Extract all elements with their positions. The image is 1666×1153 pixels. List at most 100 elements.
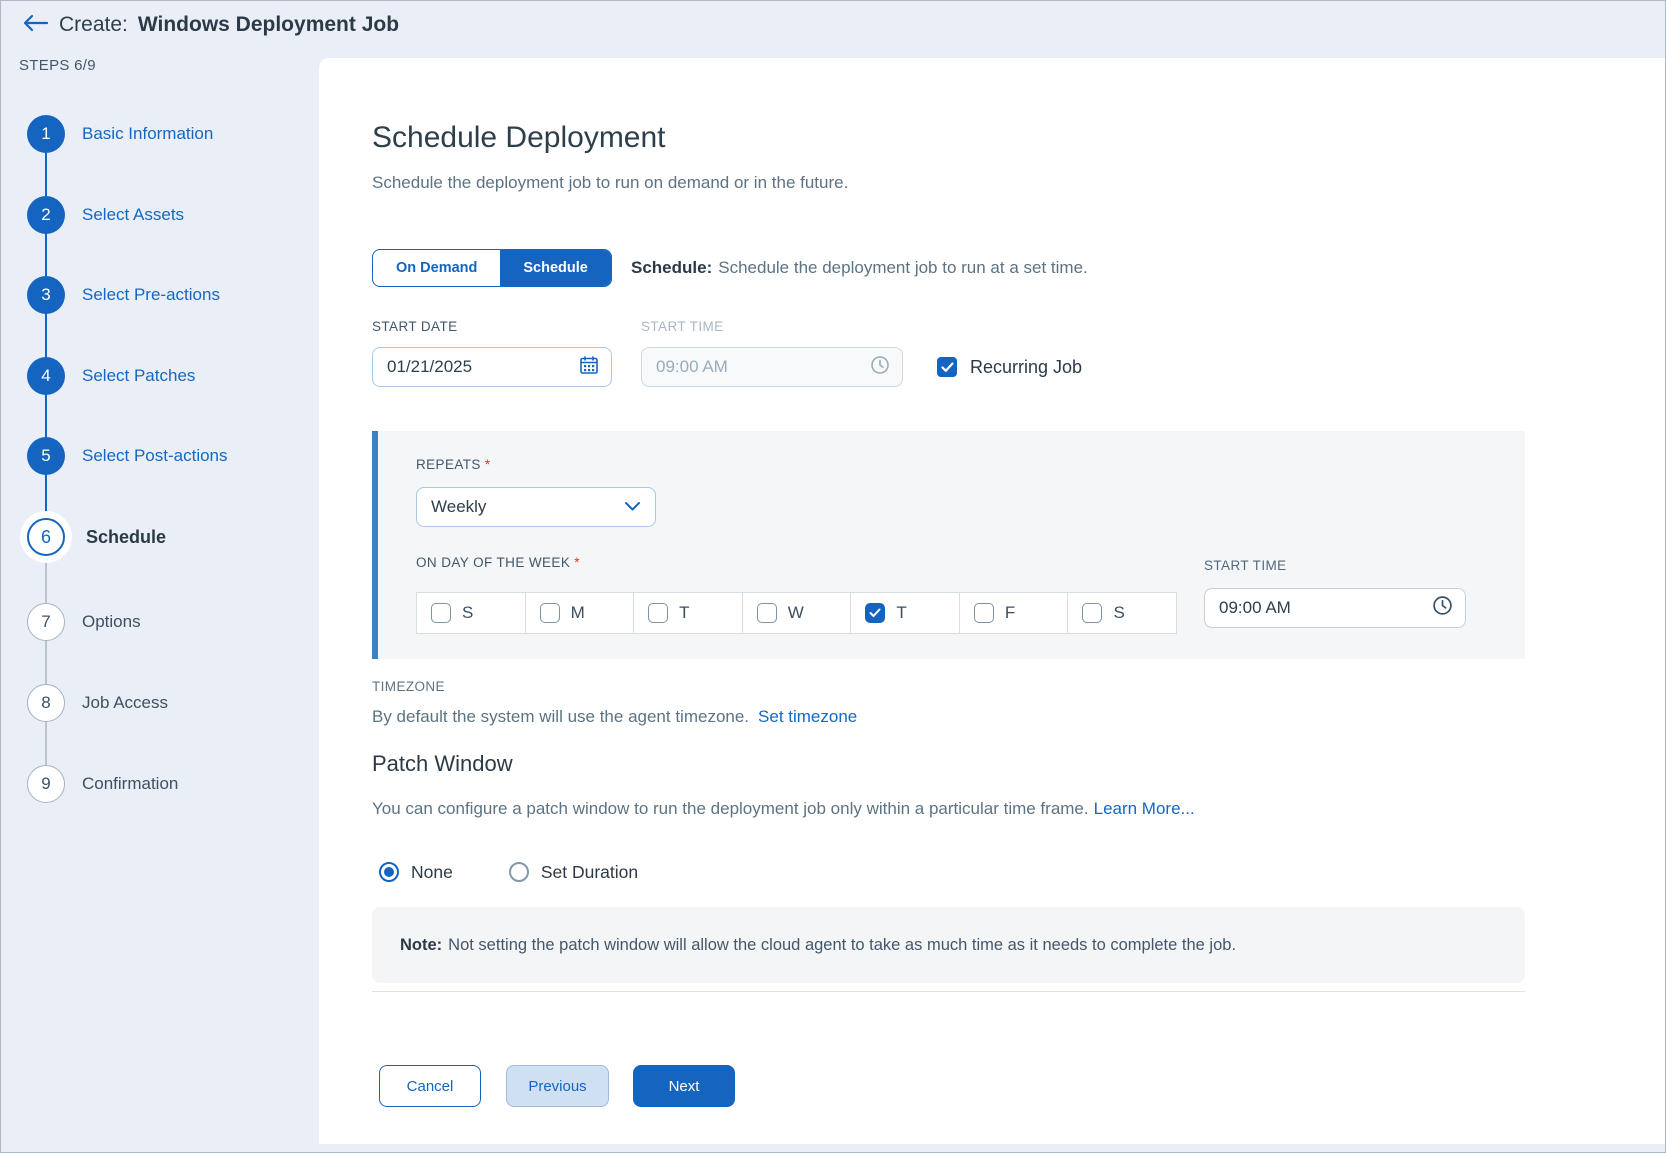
footer-divider [372,991,1525,992]
page-title: Schedule Deployment [372,121,666,155]
day-of-week-row: S M T W T F S [416,592,1177,634]
repeats-label: REPEATS* [416,457,490,472]
schedule-mode-description-label: Schedule: [631,258,712,277]
step-label: Options [82,612,141,632]
step-label: Job Access [82,693,168,713]
next-button[interactable]: Next [633,1065,735,1107]
step-number-badge: 3 [27,276,65,314]
step-label: Select Pre-actions [82,285,220,305]
checkbox-checked-icon [865,603,885,623]
schedule-toggle-button[interactable]: Schedule [500,250,610,286]
patch-window-set-duration-option[interactable]: Set Duration [509,862,638,883]
sidebar-step-confirmation[interactable]: 9 Confirmation [21,759,313,809]
checkbox-icon [974,603,994,623]
step-label: Select Patches [82,366,195,386]
chevron-down-icon [624,497,641,517]
step-label: Basic Information [82,124,213,144]
patch-window-none-option[interactable]: None [379,862,453,883]
day-checkbox-friday[interactable]: F [960,593,1069,633]
recurring-start-time-input[interactable]: 09:00 AM [1204,588,1466,628]
patch-window-description: You can configure a patch window to run … [372,799,1195,819]
sidebar-step-options[interactable]: 7 Options [21,597,313,647]
recurring-job-label: Recurring Job [970,357,1082,378]
cancel-button[interactable]: Cancel [379,1065,481,1107]
schedule-mode-description: Schedule: Schedule the deployment job to … [631,258,1088,278]
step-number-badge: 1 [27,115,65,153]
start-time-label: START TIME [641,319,724,334]
day-checkbox-tuesday[interactable]: T [634,593,743,633]
day-letter: W [788,603,804,623]
recurring-job-checkbox[interactable] [937,357,957,377]
step-number-badge: 5 [27,437,65,475]
window-title-text: Windows Deployment Job [138,13,399,37]
on-demand-toggle-button[interactable]: On Demand [373,250,500,286]
window-title: Create: Windows Deployment Job [59,1,399,49]
day-checkbox-thursday[interactable]: T [851,593,960,633]
schedule-mode-toggle: On Demand Schedule [372,249,612,287]
note-text: Not setting the patch window will allow … [448,936,1236,955]
start-date-input[interactable]: 01/21/2025 [372,347,612,387]
radio-unselected-icon [509,862,529,882]
repeats-select[interactable]: Weekly [416,487,656,527]
clock-icon [1432,595,1453,621]
header: Create: Windows Deployment Job [1,1,1665,49]
recurring-start-time-value: 09:00 AM [1219,598,1291,618]
start-time-value: 09:00 AM [656,357,728,377]
page-subtitle: Schedule the deployment job to run on de… [372,173,848,193]
radio-label: None [411,862,453,883]
day-checkbox-monday[interactable]: M [526,593,635,633]
day-checkbox-wednesday[interactable]: W [743,593,852,633]
start-time-input-disabled: 09:00 AM [641,347,903,387]
recurring-start-time-label: START TIME [1204,558,1287,573]
day-letter: S [1113,603,1124,623]
required-marker: * [574,555,580,570]
repeats-selected-value: Weekly [431,497,486,517]
step-number-badge: 2 [27,196,65,234]
step-label: Select Assets [82,205,184,225]
steps-progress-label: STEPS 6/9 [19,57,96,74]
day-checkbox-saturday[interactable]: S [1068,593,1176,633]
checkbox-icon [540,603,560,623]
timezone-text: By default the system will use the agent… [372,707,857,727]
checkbox-icon [648,603,668,623]
radio-selected-icon [379,862,399,882]
note-label: Note: [400,936,442,955]
step-number-badge: 6 [27,518,65,556]
step-number-badge: 4 [27,357,65,395]
day-letter: T [896,603,906,623]
sidebar-step-schedule[interactable]: 6 Schedule [21,512,313,562]
clock-icon [870,355,890,380]
step-label: Select Post-actions [82,446,228,466]
sidebar-step-select-assets[interactable]: 2 Select Assets [21,190,313,240]
sidebar-step-job-access[interactable]: 8 Job Access [21,678,313,728]
sidebar-step-basic-information[interactable]: 1 Basic Information [21,109,313,159]
day-letter: S [462,603,473,623]
set-timezone-link[interactable]: Set timezone [758,707,857,726]
step-label: Confirmation [82,774,178,794]
patch-window-options: None Set Duration [379,857,638,887]
patch-window-title: Patch Window [372,751,513,777]
checkbox-icon [757,603,777,623]
recurring-job-option[interactable]: Recurring Job [937,347,1082,387]
sidebar-step-select-patches[interactable]: 4 Select Patches [21,351,313,401]
day-checkbox-sunday[interactable]: S [417,593,526,633]
back-arrow-icon [21,13,49,38]
step-connector-todo [45,537,47,784]
sidebar-step-select-pre-actions[interactable]: 3 Select Pre-actions [21,270,313,320]
timezone-label: TIMEZONE [372,679,445,694]
radio-label: Set Duration [541,862,638,883]
start-date-value: 01/21/2025 [387,357,472,377]
window-title-prefix: Create: [59,13,128,37]
schedule-mode-description-text: Schedule the deployment job to run at a … [718,258,1088,277]
learn-more-link[interactable]: Learn More... [1094,799,1195,818]
create-deployment-job-window: Create: Windows Deployment Job STEPS 6/9… [0,0,1666,1153]
day-of-week-label: ON DAY OF THE WEEK* [416,555,580,570]
back-button[interactable] [21,12,49,38]
start-date-label: START DATE [372,319,458,334]
previous-button[interactable]: Previous [506,1065,609,1107]
step-label: Schedule [86,527,166,548]
checkbox-icon [431,603,451,623]
calendar-icon[interactable] [579,355,599,380]
sidebar-step-select-post-actions[interactable]: 5 Select Post-actions [21,431,313,481]
day-letter: T [679,603,689,623]
